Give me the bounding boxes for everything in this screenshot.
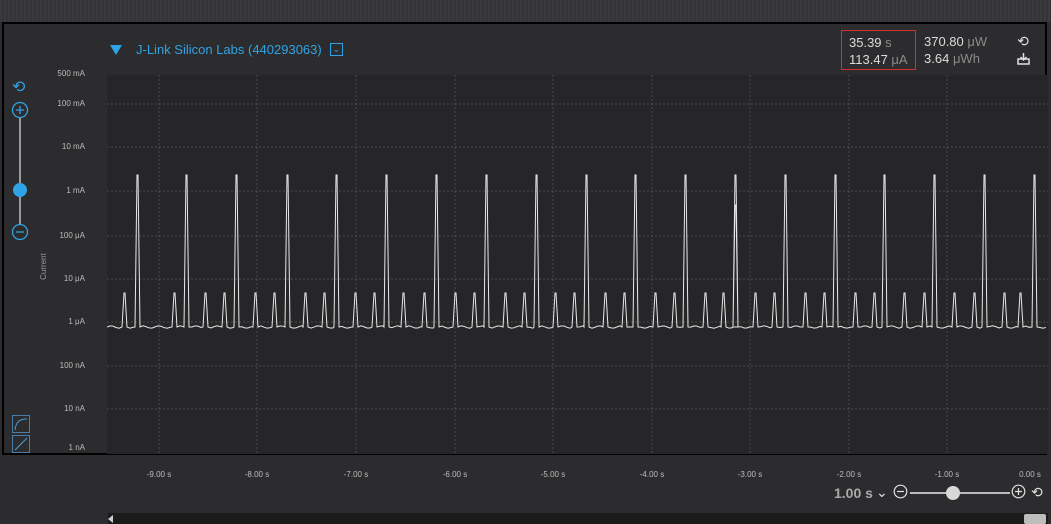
current-value: 113.47	[849, 52, 888, 67]
scrollbar-thumb[interactable]	[1024, 514, 1046, 524]
log-scale-button[interactable]	[12, 415, 30, 433]
refresh-icon[interactable]: ⟲	[1017, 33, 1029, 50]
chevron-down-icon[interactable]: ⌄	[329, 43, 343, 56]
y-tick-label: 1 mA	[66, 186, 85, 195]
y-tick-label: 1 μA	[68, 317, 85, 326]
x-tick-label: -8.00 s	[244, 470, 270, 479]
y-tick-label: 500 mA	[57, 69, 85, 78]
x-tick-label: -2.00 s	[836, 470, 862, 479]
y-tick-label: 100 nA	[59, 361, 85, 370]
y-tick-label: 10 mA	[61, 142, 85, 151]
plot-area[interactable]	[106, 75, 1048, 454]
current-trace-line	[106, 174, 1047, 329]
reset-zoom-icon[interactable]: ⟲	[12, 80, 25, 96]
y-tick-label: 100 mA	[57, 99, 85, 108]
window-top-strip	[0, 0, 1051, 22]
selection-stats-box: 35.39 s 113.47 μA	[841, 30, 916, 70]
scroll-left-arrow[interactable]	[108, 515, 113, 523]
time-zoom-track[interactable]	[910, 492, 1010, 494]
stats-actions: ⟲	[1012, 30, 1034, 70]
time-window-value[interactable]: 1.00 s	[834, 485, 873, 501]
x-tick-label: -7.00 s	[343, 470, 369, 479]
device-label[interactable]: J-Link Silicon Labs (440293063)	[136, 42, 322, 57]
time-value: 35.39	[849, 35, 882, 50]
y-tick-label: 10 nA	[64, 404, 85, 413]
power-unit: μW	[967, 34, 988, 49]
x-tick-label: -3.00 s	[737, 470, 763, 479]
x-tick-label: -5.00 s	[540, 470, 566, 479]
expand-triangle-icon[interactable]	[110, 44, 122, 55]
x-tick-label: -6.00 s	[442, 470, 468, 479]
horizontal-scrollbar[interactable]	[108, 513, 1048, 524]
save-icon[interactable]	[1016, 52, 1030, 68]
power-value: 370.80	[924, 34, 964, 49]
stats-panel: 35.39 s 113.47 μA 370.80 μW 3.64 μWh ⟲	[841, 30, 1034, 70]
reset-time-zoom-icon[interactable]: ⟲	[1031, 484, 1043, 500]
zoom-out-icon[interactable]	[11, 223, 29, 245]
x-tick-label: -4.00 s	[639, 470, 665, 479]
y-tick-label: 1 nA	[68, 443, 85, 452]
zoom-out-icon[interactable]	[893, 484, 908, 502]
device-selector[interactable]: J-Link Silicon Labs (440293063) ⌄	[110, 42, 343, 57]
zoom-in-icon[interactable]	[1011, 484, 1026, 502]
time-unit: s	[885, 35, 892, 50]
y-axis-title: Current	[38, 253, 48, 280]
linear-scale-button[interactable]	[12, 435, 30, 453]
vertical-zoom-thumb[interactable]	[13, 183, 27, 197]
chevron-down-icon[interactable]: ⌄	[876, 484, 888, 500]
x-tick-label: -9.00 s	[146, 470, 172, 479]
y-tick-label: 100 μA	[59, 231, 85, 240]
current-trace-chart	[106, 75, 1048, 454]
x-tick-label: 0.00 s	[1019, 470, 1041, 479]
energy-stats-box: 370.80 μW 3.64 μWh	[916, 30, 1012, 70]
y-tick-label: 10 μA	[63, 274, 85, 283]
energy-value: 3.64	[924, 51, 950, 66]
vertical-zoom-track[interactable]	[19, 118, 21, 224]
current-unit: μA	[891, 52, 908, 67]
time-zoom-thumb[interactable]	[946, 486, 960, 500]
x-tick-label: -1.00 s	[934, 470, 960, 479]
energy-unit: μWh	[952, 51, 980, 66]
